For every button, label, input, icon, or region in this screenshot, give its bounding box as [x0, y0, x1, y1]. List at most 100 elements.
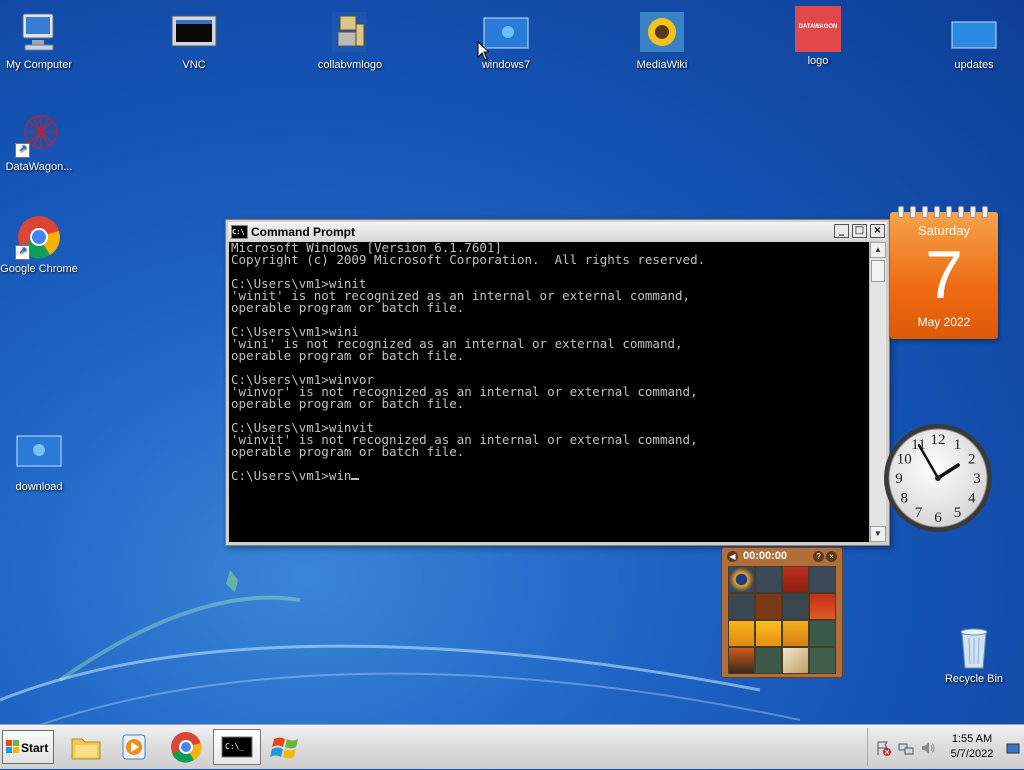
puzzle-help-button[interactable]: ?	[813, 551, 824, 562]
desktop-icon-datawagon[interactable]: ↗ DataWagon...	[0, 112, 78, 173]
start-label: Start	[21, 741, 49, 755]
desktop-icon-label: Recycle Bin	[944, 673, 1004, 685]
puzzle-tile[interactable]	[728, 620, 755, 647]
desktop-icon-mediawiki[interactable]: MediaWiki	[623, 10, 701, 71]
clock-numeral: 6	[934, 510, 942, 526]
console-line: operable program or batch file.	[231, 396, 465, 411]
desktop-icon-download[interactable]: download	[0, 432, 78, 493]
desktop-icon-label: Google Chrome	[0, 263, 78, 275]
calendar-gadget[interactable]: Saturday 7 May 2022	[890, 206, 998, 339]
window-titlebar[interactable]: C:\ Command Prompt _ □ ×	[228, 222, 887, 241]
console-line: operable program or batch file.	[231, 348, 465, 363]
console-line: operable program or batch file.	[231, 300, 465, 315]
recycle-bin-icon	[950, 624, 998, 670]
desktop-icon-collabvmlogo[interactable]: collabvmlogo	[311, 10, 389, 71]
cmd-app-icon: C:\	[231, 225, 248, 239]
close-button[interactable]: ×	[870, 224, 885, 238]
cmd-icon-text: C:\_	[225, 742, 244, 751]
tray-date: 5/7/2022	[950, 748, 994, 760]
desktop-icon-vnc[interactable]: VNC	[155, 10, 233, 71]
tray-time: 1:55 AM	[951, 733, 993, 745]
windows7-image-icon	[482, 10, 530, 56]
calendar-month-year: May 2022	[917, 315, 971, 329]
start-button[interactable]: Start	[2, 730, 54, 764]
desktop-icon-updates[interactable]: updates	[935, 10, 1013, 71]
puzzle-tile[interactable]	[809, 620, 836, 647]
desktop-icon-logo[interactable]: DATAWAGON logo	[779, 6, 857, 67]
puzzle-tile[interactable]	[782, 620, 809, 647]
console-line: Copyright (c) 2009 Microsoft Corporation…	[231, 252, 706, 267]
puzzle-tile[interactable]	[782, 593, 809, 620]
folder-icon	[71, 738, 101, 760]
puzzle-tile[interactable]	[782, 647, 809, 674]
clock-display[interactable]: 1:55 AM 5/7/2022	[942, 732, 1002, 762]
network-icon[interactable]	[898, 740, 914, 756]
datawagon-logo-icon: DATAWAGON	[795, 6, 841, 52]
desktop-icon-label: download	[15, 481, 63, 493]
puzzle-tile[interactable]	[755, 620, 782, 647]
maximize-button[interactable]: □	[852, 224, 867, 238]
desktop-icon-google-chrome[interactable]: ↗ Google Chrome	[0, 214, 78, 275]
prompt-text: C:\Users\vm1>win	[231, 468, 352, 483]
command-prompt-window[interactable]: C:\ Command Prompt _ □ × Microsoft Windo…	[225, 219, 890, 546]
scroll-thumb[interactable]	[871, 260, 885, 282]
desktop-icon-label: VNC	[182, 59, 206, 71]
desktop-icon-my-computer[interactable]: My Computer	[0, 10, 78, 71]
taskbar-command-prompt[interactable]: C:\_	[213, 729, 261, 765]
system-tray: 1:55 AM 5/7/2022	[867, 728, 1024, 766]
cmd-icon: C:\_	[221, 736, 253, 758]
clock-numeral: 9	[895, 471, 903, 487]
download-image-icon	[15, 432, 63, 478]
text-cursor	[351, 478, 360, 480]
scroll-up-button[interactable]: ▲	[870, 242, 886, 258]
picture-puzzle-gadget[interactable]: ◀ 00:00:00 ? ×	[721, 547, 843, 678]
clock-numeral: 2	[968, 452, 976, 468]
puzzle-tile[interactable]	[755, 647, 782, 674]
minimize-button[interactable]: _	[834, 224, 849, 238]
puzzle-timer: 00:00:00	[743, 550, 788, 562]
puzzle-grid[interactable]	[728, 566, 836, 674]
clock-gadget[interactable]: 12 1234567891011	[884, 416, 1002, 540]
show-desktop-icon[interactable]	[1006, 740, 1020, 756]
mouse-pointer-icon	[477, 41, 489, 61]
volume-icon[interactable]	[920, 740, 936, 756]
calendar-day-number: 7	[925, 237, 963, 313]
windows-flag-icon	[6, 740, 19, 753]
taskbar-windows-logo[interactable]	[266, 729, 306, 765]
action-center-flag-icon[interactable]	[876, 740, 892, 756]
sunflower-icon	[638, 10, 686, 56]
datawagon-network-icon: ↗	[15, 112, 63, 158]
chrome-icon: ↗	[15, 214, 63, 260]
updates-image-icon	[950, 10, 998, 56]
puzzle-tile[interactable]	[809, 647, 836, 674]
puzzle-tile[interactable]	[809, 593, 836, 620]
taskbar-chrome[interactable]	[166, 729, 206, 765]
clock-numeral: 5	[954, 505, 962, 521]
console-lines: Microsoft Windows [Version 6.1.7601] Copy…	[229, 242, 869, 470]
puzzle-toolbar: ◀ 00:00:00 ? ×	[725, 550, 839, 564]
puzzle-tile[interactable]	[755, 593, 782, 620]
clock-numeral: 7	[915, 505, 923, 521]
console-prompt-line[interactable]: C:\Users\vm1>win	[229, 468, 869, 483]
puzzle-back-button[interactable]: ◀	[727, 551, 738, 562]
puzzle-tile[interactable]	[809, 566, 836, 593]
puzzle-tile[interactable]	[755, 566, 782, 593]
desktop-icon-label: logo	[807, 55, 829, 67]
desktop-icon-label: collabvmlogo	[317, 59, 383, 71]
clock-numeral: 10	[897, 452, 912, 468]
logo-text: DATAWAGON	[798, 24, 838, 30]
taskbar-explorer[interactable]	[66, 729, 106, 765]
shortcut-arrow-icon: ↗	[15, 143, 30, 158]
computer-icon	[15, 10, 63, 56]
puzzle-tile[interactable]	[728, 647, 755, 674]
desktop-icon-recycle-bin[interactable]: Recycle Bin	[935, 624, 1013, 685]
calendar-rings	[890, 206, 998, 218]
puzzle-tile[interactable]	[782, 566, 809, 593]
desktop-icon-label: MediaWiki	[636, 59, 688, 71]
puzzle-tile[interactable]	[728, 593, 755, 620]
puzzle-close-button[interactable]: ×	[826, 551, 837, 562]
desktop-icon-label: My Computer	[5, 59, 73, 71]
taskbar-media-player[interactable]	[114, 729, 154, 765]
puzzle-tile[interactable]	[728, 566, 755, 593]
console-output[interactable]: Microsoft Windows [Version 6.1.7601] Copy…	[229, 242, 869, 542]
